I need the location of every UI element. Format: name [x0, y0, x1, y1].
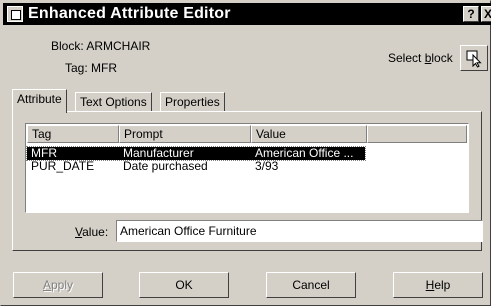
ok-button[interactable]: OK	[139, 272, 229, 298]
enhanced-attribute-editor-dialog: Enhanced Attribute Editor ? X Block: ARM…	[0, 0, 491, 306]
help-button[interactable]: Help	[393, 272, 483, 298]
column-header-value[interactable]: Value	[251, 125, 367, 143]
select-block-button[interactable]	[460, 45, 488, 71]
cell-prompt: Date purchased	[123, 159, 208, 173]
value-field[interactable]	[116, 220, 483, 242]
tab-attribute[interactable]: Attribute	[12, 89, 67, 113]
select-block-label: Select block	[388, 51, 453, 65]
table-row[interactable]: PUR_DATE Date purchased 3/93	[27, 160, 365, 173]
help-icon[interactable]: ?	[463, 6, 479, 22]
block-name-label: Block: ARMCHAIR	[51, 39, 151, 53]
tab-properties[interactable]: Properties	[160, 92, 225, 112]
cell-value: 3/93	[255, 159, 279, 173]
title-bar[interactable]: Enhanced Attribute Editor ? X	[3, 3, 491, 25]
value-field-label: Value:	[75, 225, 109, 239]
cell-tag: PUR_DATE	[31, 159, 95, 173]
list-header: Tag Prompt Value	[27, 125, 467, 143]
close-icon[interactable]: X	[481, 6, 491, 22]
window-title: Enhanced Attribute Editor	[28, 5, 231, 22]
column-header-prompt[interactable]: Prompt	[119, 125, 251, 143]
column-header-filler	[367, 125, 467, 143]
apply-button[interactable]: Apply	[13, 272, 103, 298]
app-icon[interactable]	[7, 6, 23, 22]
select-object-cursor-icon	[466, 50, 482, 68]
cancel-button[interactable]: Cancel	[266, 272, 356, 298]
column-header-tag[interactable]: Tag	[27, 125, 119, 143]
tag-name-label: Tag: MFR	[65, 61, 118, 75]
attribute-list[interactable]: Tag Prompt Value MFR Manufacturer Americ…	[25, 123, 469, 213]
tab-text-options[interactable]: Text Options	[75, 92, 152, 112]
